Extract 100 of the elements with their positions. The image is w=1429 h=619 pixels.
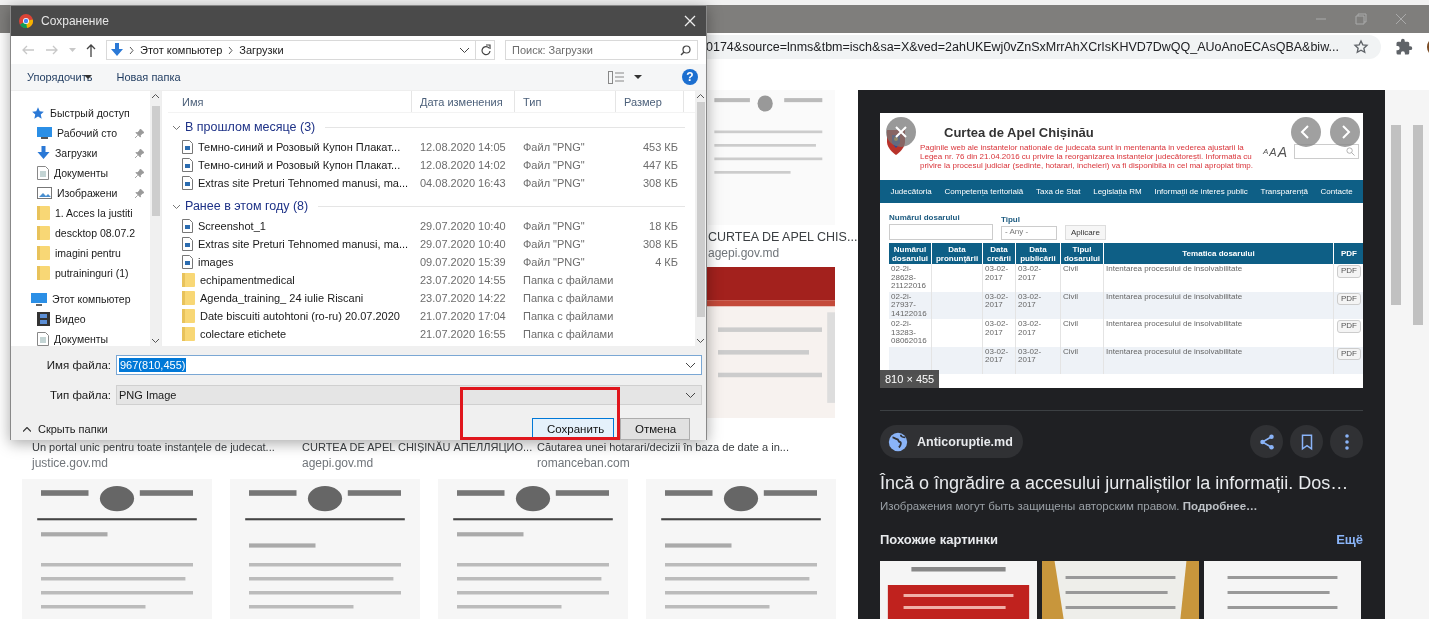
- scroll-up-icon[interactable]: [152, 94, 159, 98]
- file-type-select[interactable]: PNG Image: [116, 385, 702, 405]
- view-options-icon[interactable]: [608, 70, 624, 84]
- share-button[interactable]: [1250, 425, 1283, 458]
- up-icon[interactable]: [86, 43, 96, 57]
- nav-link[interactable]: Competența teritorială: [944, 187, 1024, 196]
- result-title[interactable]: Un portal unic pentru toate instanțele de judecat...: [32, 439, 302, 456]
- column-header[interactable]: Имя: [168, 91, 412, 112]
- nav-link[interactable]: Transparență: [1260, 187, 1308, 196]
- file-type: Папка с файлами: [522, 292, 615, 304]
- type-select[interactable]: - Any -: [1001, 226, 1057, 240]
- image-title[interactable]: Încă o îngrădire a accesului jurnaliștilor la informații. Dos…: [880, 471, 1363, 495]
- file-name[interactable]: colectare etichete: [200, 328, 287, 340]
- section-heading: Похожие картинки: [880, 532, 998, 547]
- scrollbar[interactable]: [1391, 125, 1401, 305]
- file-name[interactable]: Date biscuiti autohtoni (ro-ru) 20.07.2020: [200, 310, 400, 322]
- nav-item[interactable]: Этот компьютер: [52, 293, 131, 305]
- nav-item[interactable]: imagini pentru: [55, 247, 121, 259]
- close-icon[interactable]: [886, 117, 916, 147]
- column-header[interactable]: Размер: [616, 91, 684, 112]
- result-title[interactable]: CURTEA DE APEL CHIS...: [708, 229, 858, 245]
- nav-link[interactable]: Contacte: [1320, 187, 1353, 196]
- nav-link[interactable]: Taxa de Stat: [1035, 187, 1081, 196]
- pdf-button[interactable]: PDF: [1337, 292, 1361, 305]
- scroll-up-icon[interactable]: [697, 94, 704, 98]
- search-field[interactable]: Поиск: Загрузки: [505, 40, 698, 60]
- file-date: 21.07.2020 16:55: [419, 328, 507, 340]
- star-icon[interactable]: [1352, 39, 1369, 55]
- save-button[interactable]: Сохранить: [532, 418, 614, 440]
- help-button[interactable]: ?: [682, 69, 698, 85]
- pdf-button[interactable]: PDF: [1337, 320, 1361, 333]
- column-header[interactable]: Тип: [515, 91, 616, 112]
- nav-item[interactable]: Видео: [55, 313, 86, 325]
- nav-item[interactable]: putraininguri (1): [55, 267, 129, 279]
- file-name[interactable]: images: [198, 256, 234, 268]
- breadcrumb-item[interactable]: Этот компьютер: [140, 44, 223, 56]
- text-size-button[interactable]: A: [1262, 147, 1269, 156]
- more-link[interactable]: Ещё: [1336, 532, 1363, 547]
- file-name[interactable]: Темно-синий и Розовый Купон Плакат...: [198, 159, 401, 171]
- pdf-button[interactable]: PDF: [1337, 265, 1361, 278]
- puzzle-icon[interactable]: [1394, 38, 1413, 56]
- table-cell: Civil: [1063, 346, 1079, 356]
- text-size-button[interactable]: A: [1277, 143, 1287, 160]
- nav-item[interactable]: Быстрый доступ: [50, 107, 130, 119]
- table-cell: 03-02-2017: [985, 264, 1009, 282]
- nav-item[interactable]: descktop 08.07.2: [55, 227, 135, 239]
- more-button[interactable]: [1330, 425, 1363, 458]
- file-size: 308 КБ: [642, 238, 678, 250]
- scrollbar[interactable]: [1413, 125, 1423, 325]
- source-chip[interactable]: Anticoruptie.md: [880, 425, 1023, 458]
- file-size: 4 КБ: [655, 256, 678, 268]
- pdf-button[interactable]: PDF: [1337, 347, 1361, 360]
- nav-item[interactable]: Документы: [54, 333, 109, 345]
- text-size-button[interactable]: A: [1269, 145, 1277, 158]
- breadcrumb-bar[interactable]: Этот компьютер Загрузки: [106, 40, 476, 60]
- result-source: romanceban.com: [537, 455, 631, 472]
- file-name-field[interactable]: 967(810,455): [116, 355, 702, 375]
- new-folder-button[interactable]: Новая папка: [116, 71, 181, 83]
- case-number-field[interactable]: [889, 224, 993, 240]
- scrollbar[interactable]: [695, 91, 706, 346]
- bookmark-button[interactable]: [1290, 425, 1323, 458]
- file-name[interactable]: Темно-синий и Розовый Купон Плакат...: [198, 141, 401, 153]
- site-title: Curtea de Apel Chișinău: [943, 125, 1095, 141]
- hide-folders-button[interactable]: Скрыть папки: [23, 423, 108, 435]
- nav-item[interactable]: Документы: [54, 167, 109, 179]
- source-name[interactable]: Anticoruptie.md: [917, 434, 1013, 449]
- nav-item[interactable]: Загрузки: [55, 147, 98, 159]
- table-cell: 03-02-2017: [985, 291, 1009, 309]
- caret-icon[interactable]: [686, 362, 695, 368]
- scroll-down-icon[interactable]: [697, 339, 704, 343]
- scrollbar[interactable]: [150, 91, 161, 346]
- file-name[interactable]: Agenda_training_ 24 iulie Riscani: [200, 292, 364, 304]
- column-header[interactable]: Дата изменения: [412, 91, 515, 112]
- next-icon[interactable]: [1330, 117, 1360, 147]
- caret-icon[interactable]: [634, 75, 642, 79]
- breadcrumb-item[interactable]: Загрузки: [239, 44, 284, 56]
- group-heading[interactable]: В прошлом месяце (3): [185, 120, 316, 134]
- file-name[interactable]: Extras site Preturi Tehnomed manusi, ma...: [198, 238, 409, 250]
- result-title[interactable]: CURTEA DE APEL CHIȘINĂU АПЕЛЛЯЦИО...: [302, 439, 537, 456]
- caret-icon[interactable]: [686, 392, 695, 398]
- cancel-button[interactable]: Отмена: [620, 418, 690, 440]
- file-type: Папка с файлами: [522, 274, 615, 286]
- search-icon[interactable]: [680, 44, 691, 56]
- result-title[interactable]: Căutarea unei hotarari/decizii în baza de date a in...: [537, 439, 858, 456]
- file-name[interactable]: Screenshot_1: [198, 220, 266, 232]
- refresh-button[interactable]: [475, 40, 495, 60]
- scroll-down-icon[interactable]: [152, 339, 159, 343]
- file-name[interactable]: Extras site Preturi Tehnomed manusi, ma...: [198, 177, 409, 189]
- nav-item[interactable]: Рабочий сто: [57, 127, 118, 139]
- nav-link[interactable]: Informații de interes public: [1154, 187, 1248, 196]
- nav-item[interactable]: 1. Acces la justiti: [55, 207, 133, 219]
- nav-link[interactable]: Legislația RM: [1093, 187, 1142, 196]
- group-heading[interactable]: Ранее в этом году (8): [185, 199, 309, 213]
- apply-button[interactable]: Aplicare: [1065, 225, 1106, 240]
- nav-item[interactable]: Изображени: [57, 187, 118, 199]
- previous-icon[interactable]: [1291, 117, 1321, 147]
- organize-button[interactable]: Упорядочить: [27, 71, 93, 83]
- caret-icon[interactable]: [460, 47, 469, 53]
- file-name[interactable]: echipamentmedical: [200, 274, 295, 286]
- nav-link[interactable]: Judecătoria: [890, 187, 932, 196]
